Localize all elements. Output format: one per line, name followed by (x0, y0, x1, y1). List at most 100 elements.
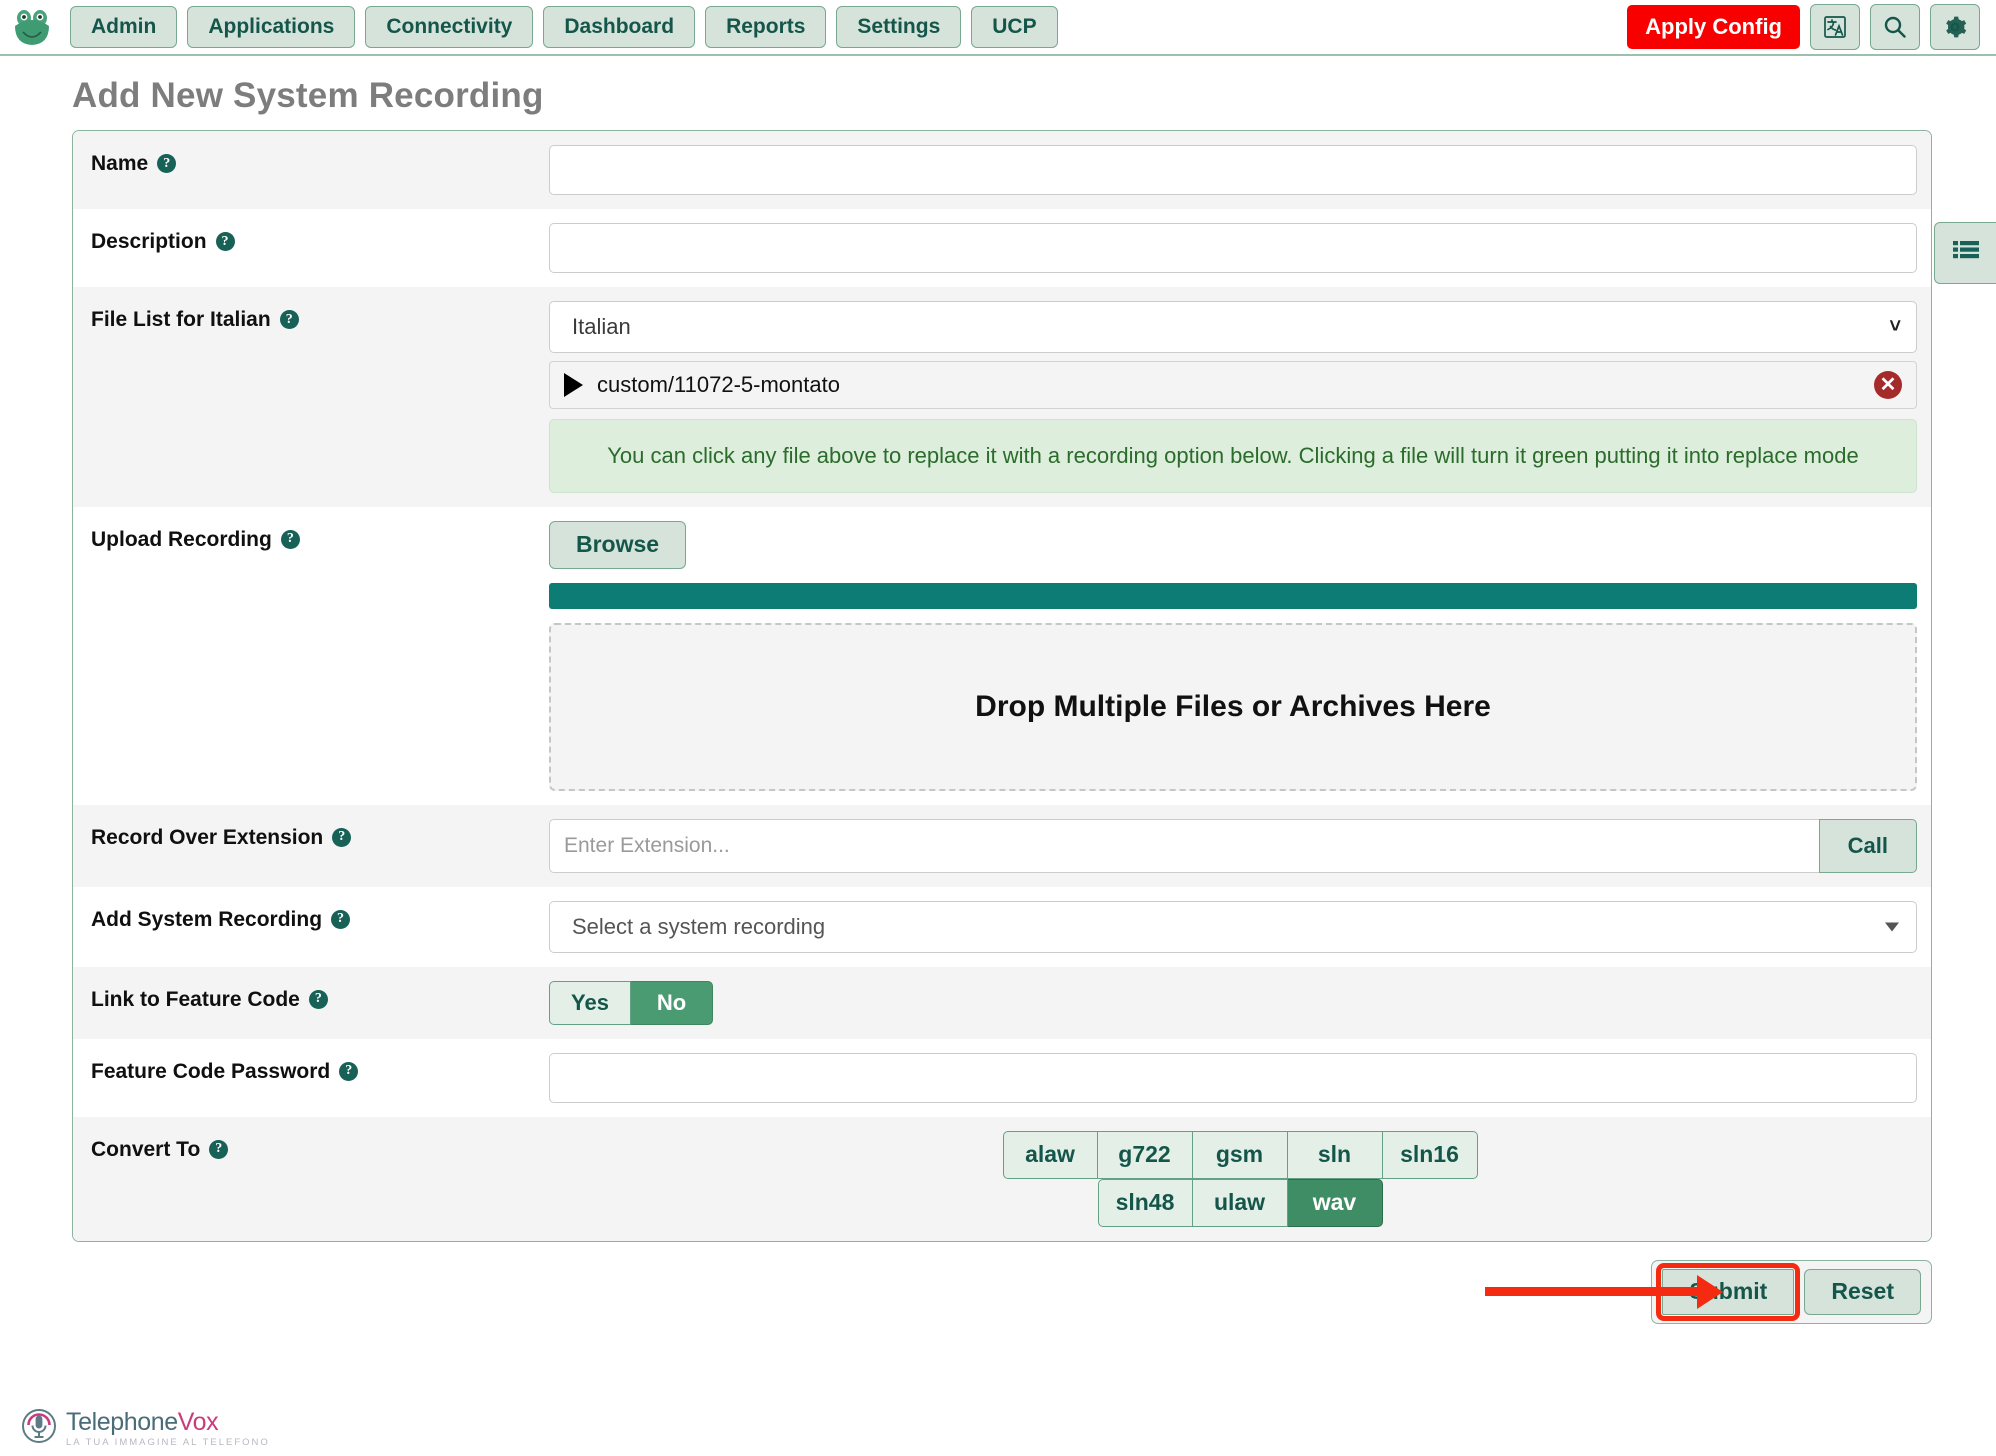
control-link-to-feature-code: Yes No (549, 967, 1931, 1039)
convert-option-g722[interactable]: g722 (1097, 1130, 1193, 1179)
convert-option-wav[interactable]: wav (1287, 1178, 1383, 1227)
translate-icon[interactable] (1810, 4, 1860, 50)
system-recording-select-wrapper: Select a system recording (549, 900, 1917, 953)
form-row-feature-code-password: Feature Code Password ? (73, 1038, 1931, 1117)
control-name (549, 131, 1931, 209)
page-title: Add New System Recording (72, 76, 544, 115)
nav-item-connectivity[interactable]: Connectivity (365, 6, 534, 48)
description-input[interactable] (549, 223, 1917, 273)
system-recording-form: Name ? Description ? File List for Itali… (72, 130, 1932, 1242)
reset-button[interactable]: Reset (1804, 1268, 1921, 1315)
help-icon[interactable]: ? (332, 827, 352, 847)
label-add-system-recording: Add System Recording ? (73, 887, 549, 952)
nav-item-settings[interactable]: Settings (836, 6, 962, 48)
help-icon[interactable]: ? (331, 909, 351, 929)
browse-button[interactable]: Browse (549, 520, 687, 569)
convert-option-ulaw[interactable]: ulaw (1192, 1178, 1288, 1227)
control-convert-to: alaw g722 gsm sln sln16 sln48 ulaw wav (549, 1117, 1931, 1241)
upload-progress-fill (549, 582, 1917, 609)
form-row-description: Description ? (73, 209, 1931, 287)
nav-item-applications[interactable]: Applications (187, 6, 356, 48)
convert-option-gsm[interactable]: gsm (1192, 1130, 1288, 1179)
help-icon[interactable]: ? (279, 310, 299, 329)
label-upload-recording-text: Upload Recording (91, 527, 272, 551)
label-feature-code-password: Feature Code Password ? (73, 1039, 549, 1104)
help-icon[interactable]: ? (339, 1061, 359, 1081)
language-select-wrapper: Italian ˅ (549, 301, 1917, 353)
convert-option-alaw[interactable]: alaw (1002, 1130, 1098, 1179)
control-record-over-extension: Call (549, 805, 1931, 887)
help-icon[interactable]: ? (280, 529, 300, 549)
form-row-convert-to: Convert To ? alaw g722 gsm sln sln16 sln… (73, 1116, 1931, 1241)
label-name-text: Name (91, 152, 149, 175)
label-record-over-extension-text: Record Over Extension (91, 825, 324, 849)
file-name-label: custom/11072-5-montato (597, 372, 840, 397)
label-file-list: File List for Italian ? (73, 287, 549, 352)
nav-item-ucp[interactable]: UCP (971, 6, 1058, 48)
convert-to-row-2: sln48 ulaw wav (1097, 1178, 1383, 1227)
toggle-option-no[interactable]: No (631, 980, 713, 1025)
dropzone-label: Drop Multiple Files or Archives Here (975, 689, 1491, 723)
convert-to-row-1: alaw g722 gsm sln sln16 (1002, 1130, 1478, 1179)
label-convert-to-text: Convert To (91, 1137, 201, 1161)
help-icon[interactable]: ? (209, 1139, 229, 1159)
label-name: Name ? (73, 131, 549, 196)
footer-branding: TelephoneVox LA TUA IMMAGINE AL TELEFONO (22, 1409, 270, 1448)
replace-mode-notice: You can click any file above to replace … (549, 419, 1917, 493)
form-row-add-system-recording: Add System Recording ? Select a system r… (73, 886, 1931, 967)
side-panel-toggle[interactable] (1934, 222, 1996, 284)
label-feature-code-password-text: Feature Code Password (91, 1059, 331, 1083)
label-add-system-recording-text: Add System Recording (91, 907, 323, 931)
footer-text: TelephoneVox LA TUA IMMAGINE AL TELEFONO (66, 1407, 270, 1448)
help-icon[interactable]: ? (215, 232, 235, 251)
extension-input[interactable] (549, 818, 1819, 873)
list-icon (1951, 238, 1981, 269)
convert-option-sln16[interactable]: sln16 (1382, 1130, 1478, 1179)
language-select[interactable]: Italian (549, 301, 1917, 353)
convert-option-sln48[interactable]: sln48 (1097, 1178, 1193, 1227)
control-file-list: Italian ˅ custom/11072-5-montato ✕ You c… (549, 287, 1931, 507)
nav-item-admin[interactable]: Admin (70, 6, 178, 48)
form-row-file-list: File List for Italian ? Italian ˅ custom… (73, 287, 1931, 507)
footer-tagline: LA TUA IMMAGINE AL TELEFONO (66, 1436, 270, 1448)
action-button-group: Submit Reset (1651, 1259, 1932, 1324)
control-description (549, 209, 1931, 287)
label-link-to-feature-code: Link to Feature Code ? (73, 967, 549, 1032)
label-upload-recording: Upload Recording ? (73, 507, 549, 572)
convert-option-sln[interactable]: sln (1287, 1130, 1383, 1179)
label-description-text: Description (91, 230, 207, 253)
help-icon[interactable]: ? (157, 154, 177, 173)
toggle-option-yes[interactable]: Yes (549, 980, 631, 1025)
form-row-record-over-extension: Record Over Extension ? Call (73, 804, 1931, 887)
footer-brand-part1: Telephone (66, 1407, 178, 1436)
control-add-system-recording: Select a system recording (549, 887, 1931, 967)
feature-code-password-input[interactable] (549, 1052, 1917, 1103)
file-dropzone[interactable]: Drop Multiple Files or Archives Here (549, 622, 1917, 791)
label-link-to-feature-code-text: Link to Feature Code (91, 987, 300, 1011)
header-actions: Apply Config (1627, 4, 1980, 50)
apply-config-button[interactable]: Apply Config (1627, 5, 1800, 49)
gear-icon[interactable] (1930, 4, 1980, 50)
footer-brand-name: TelephoneVox (66, 1407, 270, 1436)
top-navigation-bar: Admin Applications Connectivity Dashboar… (0, 0, 1996, 56)
form-row-name: Name ? (73, 131, 1931, 209)
help-icon[interactable]: ? (308, 989, 328, 1009)
call-button[interactable]: Call (1818, 818, 1917, 873)
nav-item-dashboard[interactable]: Dashboard (543, 6, 696, 48)
label-description: Description ? (73, 209, 549, 274)
submit-button[interactable]: Submit (1656, 1262, 1801, 1321)
footer-brand-part2: Vox (177, 1407, 219, 1436)
form-row-upload-recording: Upload Recording ? Browse Drop Multiple … (73, 506, 1931, 805)
file-list-item[interactable]: custom/11072-5-montato ✕ (549, 361, 1917, 409)
search-icon[interactable] (1870, 4, 1920, 50)
upload-progress-bar (549, 582, 1917, 609)
name-input[interactable] (549, 145, 1917, 195)
system-recording-select[interactable]: Select a system recording (549, 900, 1917, 953)
delete-icon[interactable]: ✕ (1874, 371, 1902, 399)
label-file-list-text: File List for Italian (91, 308, 271, 331)
play-icon[interactable] (564, 373, 583, 397)
nav-item-reports[interactable]: Reports (705, 6, 827, 48)
frog-logo[interactable] (10, 5, 54, 49)
label-record-over-extension: Record Over Extension ? (73, 805, 549, 870)
label-convert-to: Convert To ? (73, 1117, 549, 1182)
